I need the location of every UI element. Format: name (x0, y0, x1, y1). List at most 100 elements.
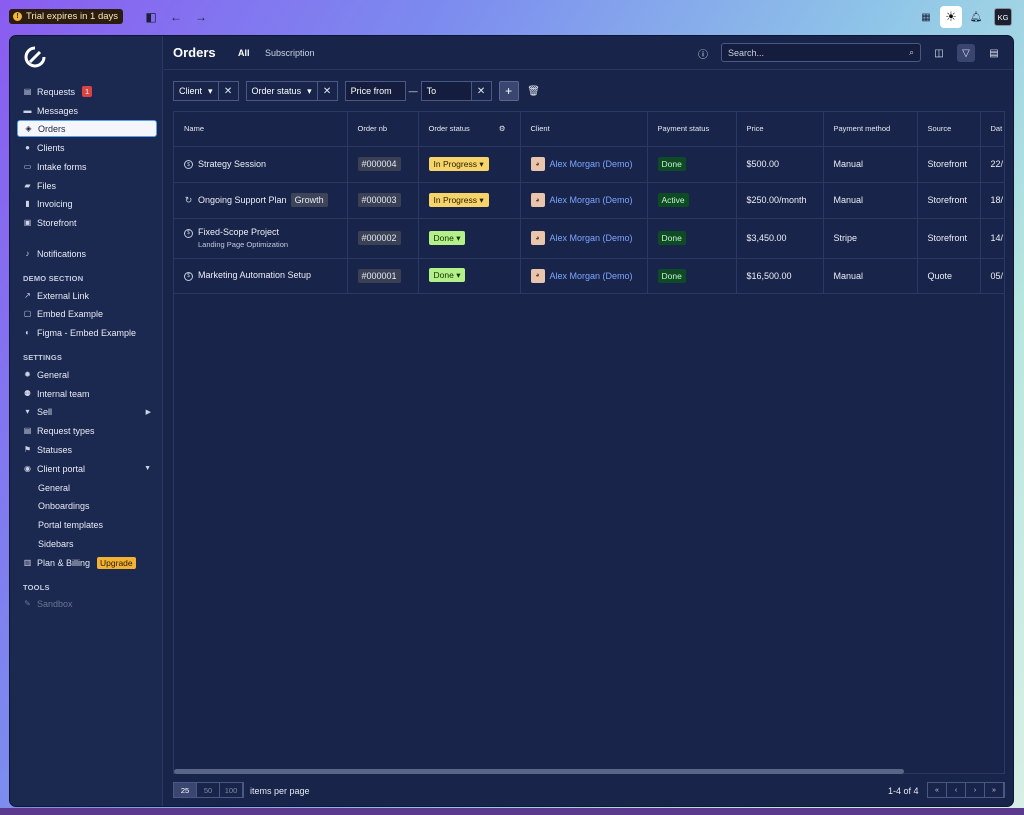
help-icon[interactable]: ⓘ (694, 44, 712, 62)
price-from-input[interactable]: Price from (344, 81, 406, 101)
payment-method-cell: Stripe (823, 218, 918, 259)
trash-icon[interactable]: 🗑︎ (525, 81, 543, 101)
client-filter[interactable]: Client ▾ (173, 81, 219, 101)
sidebar-item-messages[interactable]: ▬ Messages (17, 102, 157, 119)
clear-client-filter-icon[interactable]: ✕ (218, 81, 239, 101)
column-header-payment-method[interactable]: Payment method (823, 112, 918, 147)
trial-banner[interactable]: ! Trial expires in 1 days (9, 9, 124, 24)
sidebar-item-sell[interactable]: ▾ Sell ▶ (17, 403, 157, 420)
upgrade-badge[interactable]: Upgrade (97, 556, 136, 569)
client-link[interactable]: Alex Morgan (Demo) (550, 159, 633, 169)
client-cell[interactable]: ◕ Alex Morgan (Demo) (520, 258, 648, 294)
chevron-down-icon[interactable]: ▼ (144, 465, 151, 472)
order-name-cell[interactable]: $ Fixed-Scope Project Landing Page Optimiz… (174, 218, 348, 259)
dashboard-icon[interactable]: ▦ (918, 9, 934, 25)
next-page-icon[interactable]: › (966, 783, 985, 797)
table-row[interactable]: $ Fixed-Scope Project Landing Page Optimiz… (174, 218, 1004, 259)
column-header-client[interactable]: Client (520, 112, 648, 147)
horizontal-scrollbar[interactable] (173, 769, 1005, 774)
sidebar-item-figma-embed[interactable]: ◐ Figma - Embed Example (17, 324, 157, 341)
order-status-dropdown[interactable]: In Progress ▾ (428, 156, 489, 171)
add-filter-button[interactable]: + (498, 81, 519, 101)
client-link[interactable]: Alex Morgan (Demo) (550, 271, 633, 281)
price-to-input[interactable]: To (420, 81, 472, 101)
order-name-cell[interactable]: ↻ Ongoing Support Plan Growth (174, 182, 348, 219)
client-cell[interactable]: ◕ Alex Morgan (Demo) (520, 218, 648, 259)
client-link[interactable]: Alex Morgan (Demo) (550, 233, 633, 243)
sidebar-toggle-icon[interactable]: ◧ (143, 9, 159, 25)
theme-toggle-sun-icon[interactable]: ☀ (940, 6, 962, 28)
per-page-25[interactable]: 25 (174, 783, 197, 797)
gear-icon[interactable]: ⚙ (499, 124, 506, 133)
sidebar-item-client-portal[interactable]: ◉ Client portal ▼ (17, 460, 157, 477)
order-status-cell[interactable]: Done ▾ (418, 258, 521, 294)
column-header-name[interactable]: Name (174, 112, 348, 147)
sidebar-subitem-onboardings[interactable]: Onboardings (17, 497, 157, 514)
sidebar-item-embed-example[interactable]: ▢ Embed Example (17, 305, 157, 322)
order-status-cell[interactable]: In Progress ▾ (418, 182, 521, 219)
first-page-icon[interactable]: « (928, 783, 947, 797)
bell-icon[interactable]: 🔔︎ (968, 9, 984, 25)
user-icon: ● (25, 143, 30, 152)
column-header-date[interactable]: Dat (980, 112, 1004, 147)
scrollbar-thumb[interactable] (174, 769, 904, 774)
filter-icon[interactable]: ▽ (957, 44, 975, 62)
sidebar-item-statuses[interactable]: ⚑ Statuses (17, 441, 157, 458)
table-row[interactable]: ↻ Ongoing Support Plan Growth #000003 In P… (174, 182, 1004, 219)
per-page-50[interactable]: 50 (197, 783, 220, 797)
clear-price-filter-icon[interactable]: ✕ (471, 81, 492, 101)
sidebar-item-label: Intake forms (37, 161, 87, 172)
sidebar-item-plan-billing[interactable]: ▥ Plan & Billing Upgrade (17, 554, 157, 571)
tab-all[interactable]: All (238, 48, 250, 58)
sidebar-item-request-types[interactable]: ▤ Request types (17, 422, 157, 439)
client-cell[interactable]: ◕ Alex Morgan (Demo) (520, 146, 648, 183)
sidebar-item-external-link[interactable]: ↗ External Link (17, 287, 157, 304)
forward-arrow-icon[interactable]: → (193, 9, 209, 25)
main-content: Orders All Subscription ⓘ Search... ⌕ ◫ ▽… (164, 36, 1013, 806)
column-header-order-nb[interactable]: Order nb (347, 112, 419, 147)
client-link[interactable]: Alex Morgan (Demo) (550, 195, 633, 205)
sidebar-item-storefront[interactable]: ▣ Storefront (17, 214, 157, 231)
column-header-price[interactable]: Price (736, 112, 824, 147)
order-name-cell[interactable]: $ Marketing Automation Setup (174, 258, 348, 294)
avatar: ◕ (530, 231, 545, 245)
columns-icon[interactable]: ◫ (930, 44, 948, 62)
chevron-right-icon[interactable]: ▶ (146, 408, 151, 416)
sidebar-item-notifications[interactable]: ♪ Notifications (17, 245, 157, 262)
sidebar-subitem-sidebars[interactable]: Sidebars (17, 535, 157, 552)
order-status-dropdown[interactable]: In Progress ▾ (428, 192, 489, 207)
back-arrow-icon[interactable]: ← (168, 9, 184, 25)
table-row[interactable]: $ Marketing Automation Setup #000001 Done… (174, 258, 1004, 294)
order-status-dropdown[interactable]: Done ▾ (428, 268, 466, 282)
sidebar-item-sandbox[interactable]: ✎ Sandbox (17, 595, 157, 612)
user-avatar[interactable]: KG (994, 8, 1012, 26)
sidebar-item-general[interactable]: ✹ General (17, 366, 157, 383)
last-page-icon[interactable]: » (985, 783, 1004, 797)
sidebar-item-intake-forms[interactable]: ▭ Intake forms (17, 158, 157, 175)
order-name-cell[interactable]: $ Strategy Session (174, 146, 348, 183)
sidebar-item-invoicing[interactable]: ▮ Invoicing (17, 195, 157, 212)
column-header-payment-status[interactable]: Payment status (647, 112, 737, 147)
clear-order-status-filter-icon[interactable]: ✕ (317, 81, 338, 101)
column-header-order-status[interactable]: Order status ⚙ (418, 112, 521, 147)
order-status-cell[interactable]: In Progress ▾ (418, 146, 521, 183)
sidebar-item-internal-team[interactable]: ⚉ Internal team (17, 385, 157, 402)
sidebar-item-files[interactable]: ▰ Files (17, 177, 157, 194)
sidebar-subitem-portal-templates[interactable]: Portal templates (17, 516, 157, 533)
column-header-source[interactable]: Source (917, 112, 981, 147)
per-page-100[interactable]: 100 (220, 783, 243, 797)
order-status-cell[interactable]: Done ▾ (418, 218, 521, 259)
tab-subscription[interactable]: Subscription (265, 48, 315, 58)
order-status-dropdown[interactable]: Done ▾ (428, 230, 466, 245)
table-row[interactable]: $ Strategy Session #000004 In Progress ▾ … (174, 146, 1004, 183)
archive-icon[interactable]: ▤ (985, 44, 1003, 62)
search-input[interactable]: Search... ⌕ (721, 43, 921, 62)
sidebar-item-clients[interactable]: ● Clients (17, 139, 157, 156)
sidebar-item-orders[interactable]: ◈ Orders (17, 120, 157, 137)
order-status-filter[interactable]: Order status ▾ (245, 81, 318, 101)
client-cell[interactable]: ◕ Alex Morgan (Demo) (520, 182, 648, 219)
order-status-label: In Progress (433, 158, 477, 169)
prev-page-icon[interactable]: ‹ (947, 783, 966, 797)
sidebar-item-requests[interactable]: ▤ Requests 1 (17, 83, 157, 100)
sidebar-subitem-general[interactable]: General (17, 479, 157, 496)
